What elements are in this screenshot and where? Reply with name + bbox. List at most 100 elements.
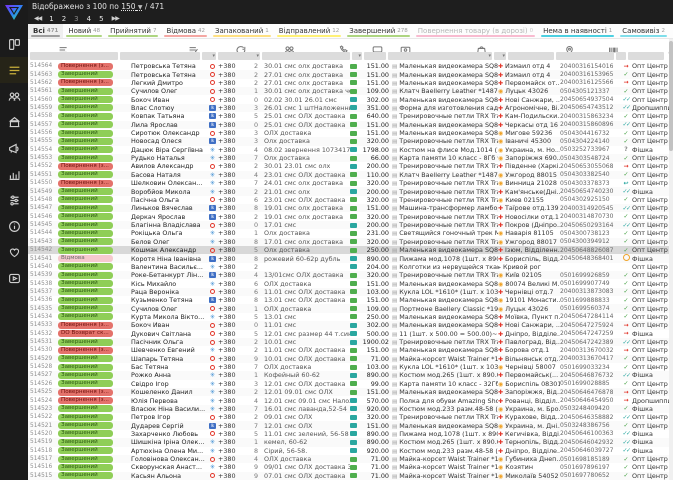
phone-number[interactable]: +380 — [218, 87, 248, 95]
order-row-514539[interactable]: 514539 Завершений Роке-Бетанкурт Лін... lk +… — [28, 270, 673, 280]
phone-number[interactable]: +380 — [218, 71, 248, 79]
order-row-514526[interactable]: 514526 Завершений Свідро Ігор ✳ +380 3 12.01 с… — [28, 380, 673, 388]
order-row-514540[interactable]: 514540 Завершений Валентина Васильє... ✳ +38… — [28, 263, 673, 271]
phone-number[interactable]: +380 — [218, 112, 248, 120]
order-row-514523[interactable]: 514523 Завершений Власюк Ніна Васили... ✳ +3… — [28, 404, 673, 414]
order-row-514548[interactable]: 514548 Завершений Пасічна Ольга +380 6 23.01 … — [28, 196, 673, 204]
phone-number[interactable]: +380 — [218, 413, 248, 421]
phone-number[interactable]: +380 — [218, 179, 248, 187]
phone-number[interactable]: +380 — [218, 146, 248, 154]
order-row-514560[interactable]: 514560 Завершений Бокоч Иван +380 0 02.02 30.… — [28, 95, 673, 104]
phone-number[interactable]: +380 — [218, 463, 248, 471]
order-row-514531[interactable]: 514531 Завершений Пасічник Ольга +380 2 10.01… — [28, 337, 673, 347]
filter-input-1[interactable] — [30, 52, 118, 60]
page-number[interactable]: 1 — [49, 15, 53, 23]
order-row-514538[interactable]: 514538 Завершений Кісь Михайло ✳ +380 6 ОЛХ до… — [28, 279, 673, 288]
tab-5[interactable]: Запакований 1 — [210, 24, 274, 38]
filter-input-3[interactable] — [202, 52, 216, 60]
location-pin-icon[interactable] — [564, 40, 576, 55]
last-page-button[interactable]: ▶▶ — [112, 15, 120, 22]
order-row-514557[interactable]: 514557 Завершений Лила Ярослав lk +380 0 25.01… — [28, 120, 673, 129]
tab-3[interactable]: Прийнятий 7 — [105, 24, 161, 38]
phone-number[interactable]: +380 — [218, 305, 248, 313]
order-row-514541[interactable]: 514541 Відмова Коротя Ніна Іванівна lk +380 8… — [28, 254, 673, 263]
video-icon[interactable] — [0, 265, 28, 291]
order-row-514528[interactable]: 514528 Завершений Бас Тетяна +380 7 ОЛХ доста… — [28, 363, 673, 371]
order-row-514558[interactable]: 514558 Завершений Ковпак Татьяна lk +380 5 25.… — [28, 112, 673, 120]
order-row-514524[interactable]: 514524 Повернення (з... Юлія Первова ✳ +380 4… — [28, 396, 673, 405]
phone-number[interactable]: +380 — [218, 355, 248, 363]
phone-icon[interactable] — [338, 40, 350, 53]
tab-7[interactable]: Завершений 278 — [344, 24, 413, 38]
order-row-514561[interactable]: 514561 Завершений Сучилов Олег +380 1 30.01 с… — [28, 87, 673, 96]
order-row-514521[interactable]: 514521 Завершений Дударев Сергій lk +380 7 12.… — [28, 421, 673, 430]
filter-input-7[interactable] — [364, 52, 386, 60]
phone-number[interactable]: +380 — [218, 137, 248, 145]
order-row-514532[interactable]: 514532 DO Возврат ск... Дукович Світлана +3… — [28, 330, 673, 338]
phone-number[interactable]: +380 — [218, 263, 248, 271]
phone-number[interactable]: +380 — [218, 330, 248, 338]
order-row-514533[interactable]: 514533 Повернення (з... Бокоч Иван +380 0 11.… — [28, 321, 673, 330]
order-row-514563[interactable]: 514563 Завершений Петровська Тетяна +380 2 27… — [28, 70, 673, 79]
phone-number[interactable]: +380 — [218, 288, 248, 296]
dashboard-icon[interactable] — [0, 31, 28, 57]
phone-number[interactable]: +380 — [218, 438, 248, 446]
order-row-514559[interactable]: 514559 Завершений Влас Слотюу lk +380 3 26.01 … — [28, 103, 673, 113]
phone-number[interactable]: +380 — [218, 213, 248, 221]
phone-number[interactable]: +380 — [218, 363, 248, 371]
page-number[interactable]: 5 — [99, 15, 103, 23]
phone-number[interactable]: +380 — [218, 371, 248, 379]
phone-number[interactable]: +380 — [218, 129, 248, 137]
order-row-514516[interactable]: 514516 Завершений Скворунская Анаст... ✳ +38… — [28, 463, 673, 471]
order-row-514550[interactable]: 514550 Повернення (з... Шелковин Олексан..… — [28, 179, 673, 187]
phone-number[interactable]: +380 — [218, 397, 248, 405]
phone-number[interactable]: +380 — [218, 154, 248, 162]
filter-input-6[interactable] — [352, 52, 362, 60]
phone-number[interactable]: +380 — [218, 79, 248, 87]
page-number[interactable]: 3 — [74, 15, 78, 23]
phone-number[interactable]: +380 — [218, 221, 248, 229]
tab-2[interactable]: Новий 48 — [63, 24, 105, 38]
vertical-scrollbar[interactable] — [669, 39, 673, 480]
per-page-selector[interactable]: 150 ▼ — [121, 2, 142, 11]
phone-number[interactable]: +380 — [218, 447, 248, 455]
filter-input-11[interactable] — [556, 52, 614, 60]
order-row-514525[interactable]: 514525 Повернення (з... Кошеленко Данил ✳ +3… — [28, 388, 673, 397]
order-row-514522[interactable]: 514522 Завершений Петров Ігор +380 2 09.01 см… — [28, 413, 673, 421]
phone-number[interactable]: +380 — [218, 162, 248, 170]
phone-number[interactable]: +380 — [218, 271, 248, 279]
phone-number[interactable]: +380 — [218, 246, 248, 254]
phone-number[interactable]: +380 — [218, 388, 248, 396]
order-row-514554[interactable]: 514554 Завершений Дацюк Віра Сергіївна ✳ +38… — [28, 146, 673, 154]
tab-9[interactable]: Нема в наявності 1 — [538, 24, 617, 38]
order-row-514517[interactable]: 514517 Завершений Головінова Олексан... +38… — [28, 454, 673, 464]
tab-8[interactable]: Повернення товару (в дорозі) 0 — [413, 24, 538, 38]
order-row-514551[interactable]: 514551 Завершений Басова Наталя ✳ +380 4 23.01… — [28, 170, 673, 180]
phone-number[interactable]: +380 — [218, 405, 248, 413]
stats-icon[interactable] — [0, 161, 28, 187]
order-row-514547[interactable]: 514547 Завершений Линьков Вячеслав lk +380 8 1… — [28, 204, 673, 213]
filter-input-10[interactable] — [508, 52, 554, 60]
phone-number[interactable]: +380 — [218, 313, 248, 321]
order-row-514537[interactable]: 514537 Завершений Раца Вероніка +380 6 11.01 … — [28, 287, 673, 297]
phone-number[interactable]: +380 — [218, 430, 248, 438]
order-row-514543[interactable]: 514543 Завершений Белов Олег ✳ +380 8 17.01 см… — [28, 237, 673, 246]
filter-input-2[interactable] — [120, 52, 200, 60]
first-page-button[interactable]: ◀◀ — [34, 15, 42, 22]
phone-number[interactable]: +380 — [218, 104, 248, 112]
products-bag-icon[interactable] — [476, 40, 488, 55]
filter-input-12[interactable] — [616, 52, 626, 60]
phone-number[interactable]: +380 — [218, 229, 248, 237]
status-list-icon[interactable] — [58, 40, 70, 53]
order-row-514545[interactable]: 514545 Завершений Благінна Владіслава +380 0… — [28, 220, 673, 230]
phone-number[interactable]: +380 — [218, 196, 248, 204]
company-icon[interactable] — [0, 109, 28, 135]
client-icon[interactable] — [284, 40, 296, 54]
order-row-514549[interactable]: 514549 Завершений Воробйов Микола ✳ +380 2 21.… — [28, 187, 673, 196]
tab-4[interactable]: Відмова 42 — [161, 24, 210, 38]
order-row-514562[interactable]: 514562 Повернення (з... Легкий Дмитро +380 2… — [28, 79, 673, 87]
orders-list-icon[interactable] — [0, 57, 28, 83]
source-icon[interactable] — [235, 40, 247, 55]
filter-input-8[interactable] — [388, 52, 492, 60]
order-row-514519[interactable]: 514519 Завершений Шишкіна Іріна Олек... ✳ +3… — [28, 438, 673, 447]
